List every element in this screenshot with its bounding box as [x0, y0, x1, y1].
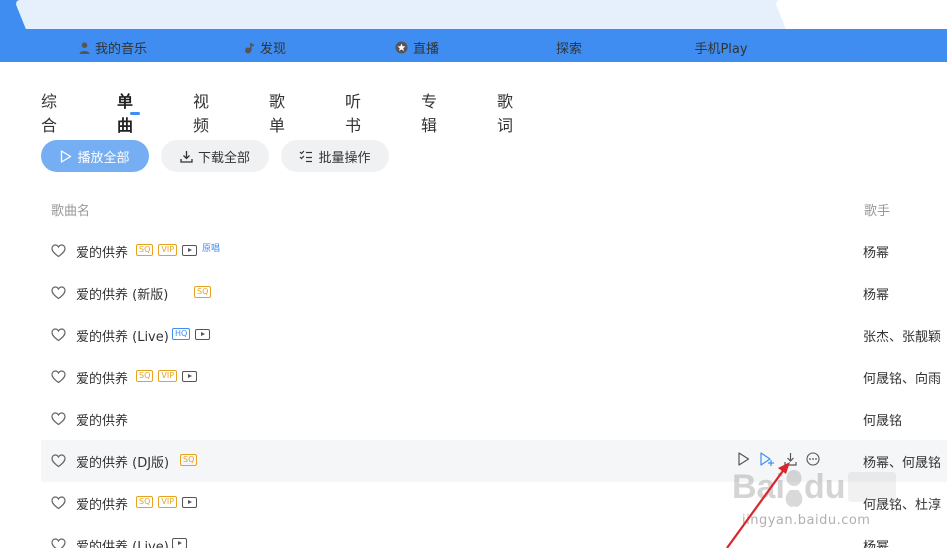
tab-search-result[interactable]: 搜索：爱的供养 — [790, 33, 930, 62]
song-artist[interactable]: 杨幂 — [863, 536, 889, 548]
quality-badges: SQ VIP 原唱 — [136, 244, 220, 256]
svg-text:Bai: Bai — [732, 468, 785, 506]
download-icon[interactable] — [784, 452, 797, 466]
favorite-heart-icon[interactable] — [51, 537, 66, 548]
add-to-playlist-icon[interactable] — [759, 452, 775, 466]
app-window: K 登录 ‹ ✕ 我的音乐 发现 — [0, 0, 947, 548]
checklist-icon — [300, 150, 313, 162]
tab-live[interactable]: 直播 — [334, 33, 500, 62]
vip-badge: VIP — [158, 370, 178, 382]
mv-icon[interactable] — [182, 244, 198, 256]
live-icon — [395, 41, 408, 54]
play-all-button[interactable]: 播放全部 — [41, 140, 149, 172]
quality-badges: SQ — [180, 454, 198, 466]
subnav-item-videos[interactable]: 视频 — [193, 88, 209, 136]
mv-icon[interactable] — [182, 496, 198, 508]
tab-label: 我的音乐 — [94, 42, 147, 57]
table-row[interactable]: 爱的供养 何晟铭 — [41, 398, 947, 440]
tab-label: 搜索：爱的供养 — [814, 42, 906, 57]
download-icon — [180, 150, 193, 163]
sq-badge: SQ — [194, 286, 212, 298]
mv-icon[interactable] — [195, 328, 211, 340]
favorite-heart-icon[interactable] — [51, 495, 66, 514]
quality-badges: SQ VIP — [136, 496, 198, 508]
song-title[interactable]: 爱的供养 (Live) — [76, 326, 169, 345]
song-artist[interactable]: 杨幂 — [863, 284, 889, 303]
subnav-item-playlists[interactable]: 歌单 — [269, 88, 285, 136]
tab-discover[interactable]: 发现 — [182, 33, 348, 62]
user-icon — [79, 41, 90, 54]
table-row[interactable]: 爱的供养 (新版) SQ 杨幂 — [41, 272, 947, 314]
tab-my-music[interactable]: 我的音乐 — [30, 33, 196, 62]
play-icon — [61, 149, 72, 163]
more-icon[interactable] — [806, 452, 820, 466]
tab-explore[interactable]: 探索 — [486, 33, 652, 62]
active-tab-indicator — [130, 112, 140, 115]
tab-mobile-play[interactable]: 手机Play — [638, 33, 804, 62]
song-title[interactable]: 爱的供养 — [76, 494, 128, 513]
favorite-heart-icon[interactable] — [51, 327, 66, 346]
song-title[interactable]: 爱的供养 (Live) — [76, 536, 169, 548]
subnav-item-lyrics[interactable]: 歌词 — [497, 88, 513, 136]
subnav-item-all[interactable]: 综合 — [41, 88, 57, 136]
quality-badges: SQ — [194, 286, 212, 298]
song-artist[interactable]: 何晟铭、向雨 — [863, 368, 941, 387]
table-row[interactable]: 爱的供养 SQ VIP 何晟铭、向雨 — [41, 356, 947, 398]
download-all-button[interactable]: 下载全部 — [161, 140, 269, 172]
svg-text:du: du — [804, 468, 846, 506]
quality-badges: HQ — [172, 328, 211, 340]
mv-icon[interactable] — [182, 370, 198, 382]
song-artist[interactable]: 张杰、张靓颖 — [863, 326, 941, 345]
mv-icon[interactable] — [172, 538, 187, 548]
watermark-text: jingyan.baidu.com — [742, 513, 871, 528]
sq-badge: SQ — [136, 244, 154, 256]
song-artist[interactable]: 何晟铭 — [863, 410, 902, 429]
song-title[interactable]: 爱的供养 (新版) — [76, 284, 168, 303]
column-header-artist[interactable]: 歌手 — [864, 200, 890, 219]
tab-label: 发现 — [259, 42, 286, 57]
download-all-label: 下载全部 — [197, 150, 250, 166]
favorite-heart-icon[interactable] — [51, 243, 66, 262]
batch-operation-button[interactable]: 批量操作 — [281, 140, 389, 172]
column-header-song[interactable]: 歌曲名 — [51, 200, 90, 219]
original-badge: 原唱 — [202, 244, 221, 254]
tab-bg-search — [774, 0, 947, 29]
favorite-heart-icon[interactable] — [51, 285, 66, 304]
favorite-heart-icon[interactable] — [51, 411, 66, 430]
top-bar: K 登录 ‹ ✕ 我的音乐 发现 — [0, 0, 947, 62]
song-artist[interactable]: 杨幂 — [863, 242, 889, 261]
song-title[interactable]: 爱的供养 (DJ版) — [76, 452, 169, 471]
table-row[interactable]: 爱的供养 (Live) HQ 张杰、张靓颖 — [41, 314, 947, 356]
tab-label: 手机Play — [694, 42, 748, 57]
sq-badge: SQ — [136, 496, 154, 508]
song-title[interactable]: 爱的供养 — [76, 368, 128, 387]
row-hover-actions — [737, 452, 820, 466]
subnav-item-audiobooks[interactable]: 听书 — [345, 88, 361, 136]
tab-label: 直播 — [412, 42, 439, 57]
favorite-heart-icon[interactable] — [51, 453, 66, 472]
song-title[interactable]: 爱的供养 — [76, 410, 128, 429]
hq-badge: HQ — [172, 328, 191, 340]
sq-badge: SQ — [180, 454, 198, 466]
quality-badges: SQ VIP — [136, 370, 198, 382]
vip-badge: VIP — [158, 496, 178, 508]
play-all-label: 播放全部 — [77, 150, 130, 166]
play-icon[interactable] — [737, 452, 750, 466]
favorite-heart-icon[interactable] — [51, 369, 66, 388]
sq-badge: SQ — [136, 370, 154, 382]
subnav-item-albums[interactable]: 专辑 — [421, 88, 437, 136]
batch-operation-label: 批量操作 — [318, 150, 371, 166]
music-note-icon — [244, 42, 254, 53]
table-row[interactable]: 爱的供养 SQ VIP 原唱 杨幂 — [41, 230, 947, 272]
baidu-watermark-logo: Bai du — [732, 468, 896, 507]
vip-badge: VIP — [158, 244, 178, 256]
tab-label: 探索 — [555, 42, 582, 57]
song-title[interactable]: 爱的供养 — [76, 242, 128, 261]
quality-badges — [172, 538, 187, 548]
